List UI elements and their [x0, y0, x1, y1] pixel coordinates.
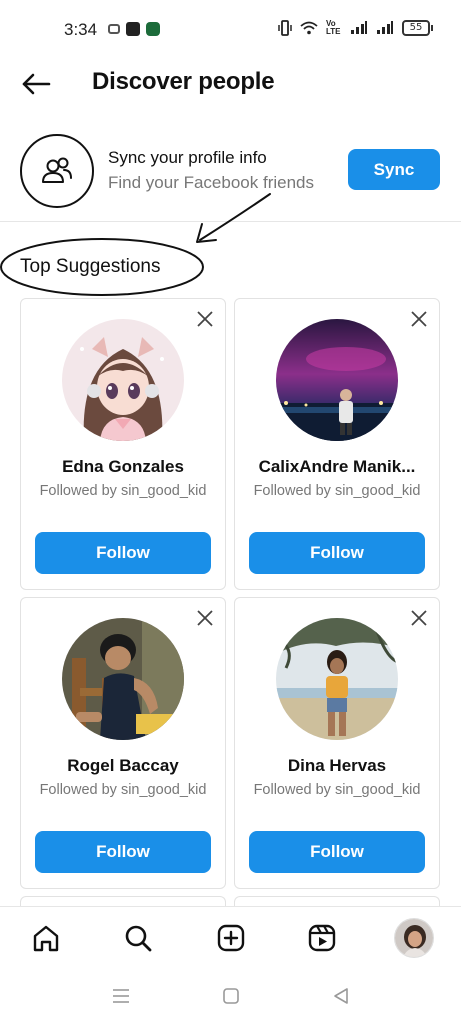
system-back-button[interactable]	[329, 986, 353, 1006]
home-icon	[33, 925, 59, 952]
suggestion-card: Dina Hervas Followed by sin_good_kid Fol…	[234, 597, 440, 889]
follow-button[interactable]: Follow	[35, 831, 211, 873]
dismiss-button[interactable]	[407, 307, 431, 331]
nav-create[interactable]	[213, 920, 249, 956]
create-icon	[217, 924, 245, 952]
follow-button[interactable]: Follow	[249, 831, 425, 873]
discover-people-screen: 3:34 Vo LTE 55 Discover people Sync your…	[0, 0, 461, 1024]
profile-avatar-image	[395, 919, 433, 957]
reels-icon	[308, 924, 336, 952]
profile-avatar[interactable]	[62, 319, 184, 441]
menu-icon	[113, 989, 129, 1003]
arrow-left-icon	[22, 73, 51, 95]
close-icon	[197, 610, 213, 626]
back-triangle-icon	[334, 988, 348, 1004]
battery-icon: 55	[402, 20, 433, 36]
suggestion-card: Edna Gonzales Followed by sin_good_kid F…	[20, 298, 226, 590]
suggestion-followed-by: Followed by sin_good_kid	[253, 782, 421, 798]
suggestion-followed-by: Followed by sin_good_kid	[39, 782, 207, 798]
recent-apps-button[interactable]	[109, 986, 133, 1006]
follow-button[interactable]: Follow	[35, 532, 211, 574]
nav-search[interactable]	[120, 920, 156, 956]
back-button[interactable]	[18, 68, 54, 100]
suggestion-name[interactable]: CalixAndre Manik...	[243, 457, 431, 477]
signal-icon-2	[377, 21, 393, 34]
suggestion-followed-by: Followed by sin_good_kid	[39, 483, 207, 499]
volte-indicator: Vo LTE	[326, 19, 341, 36]
status-bar: 3:34 Vo LTE 55	[0, 0, 461, 58]
dismiss-button[interactable]	[407, 606, 431, 630]
youtube-notification-icon	[126, 22, 140, 36]
suggestion-followed-by: Followed by sin_good_kid	[253, 483, 421, 499]
people-icon	[42, 157, 72, 183]
system-home-button[interactable]	[219, 986, 243, 1006]
profile-avatar[interactable]	[276, 319, 398, 441]
beach-woman-avatar-image	[276, 618, 398, 740]
section-header: Top Suggestions	[0, 236, 208, 298]
night-sky-avatar-image	[276, 319, 398, 441]
signal-icon-1	[351, 21, 367, 34]
system-nav-bar	[0, 968, 461, 1024]
nav-reels[interactable]	[304, 920, 340, 956]
profile-avatar[interactable]	[62, 618, 184, 740]
suggestion-name[interactable]: Edna Gonzales	[29, 457, 217, 477]
battery-level: 55	[402, 20, 430, 36]
header: Discover people	[0, 58, 461, 110]
home-square-icon	[223, 988, 239, 1004]
page-title: Discover people	[92, 68, 275, 95]
profile-avatar[interactable]	[276, 618, 398, 740]
suggestion-card: CalixAndre Manik... Followed by sin_good…	[234, 298, 440, 590]
message-notification-icon	[108, 24, 120, 34]
dismiss-button[interactable]	[193, 606, 217, 630]
sync-button[interactable]: Sync	[348, 149, 440, 190]
close-icon	[411, 311, 427, 327]
nav-profile-avatar[interactable]	[394, 918, 434, 958]
close-icon	[197, 311, 213, 327]
section-title: Top Suggestions	[20, 256, 161, 277]
vibrate-icon	[278, 20, 292, 36]
status-time: 3:34	[64, 20, 98, 39]
seated-man-avatar-image	[62, 618, 184, 740]
dismiss-button[interactable]	[193, 307, 217, 331]
system-status-icons: Vo LTE 55	[278, 20, 433, 36]
sync-people-avatar	[20, 134, 94, 208]
bottom-nav	[0, 906, 461, 968]
notification-icons	[108, 22, 160, 36]
wifi-icon	[300, 21, 318, 35]
app-notification-icon	[146, 22, 160, 36]
search-icon	[125, 925, 152, 952]
nav-home[interactable]	[28, 920, 64, 956]
close-icon	[411, 610, 427, 626]
follow-button[interactable]: Follow	[249, 532, 425, 574]
sync-title: Sync your profile info	[108, 148, 267, 167]
suggestion-name[interactable]: Rogel Baccay	[29, 756, 217, 776]
suggestion-name[interactable]: Dina Hervas	[243, 756, 431, 776]
anime-girl-avatar-image	[62, 319, 184, 441]
suggestion-card: Rogel Baccay Followed by sin_good_kid Fo…	[20, 597, 226, 889]
